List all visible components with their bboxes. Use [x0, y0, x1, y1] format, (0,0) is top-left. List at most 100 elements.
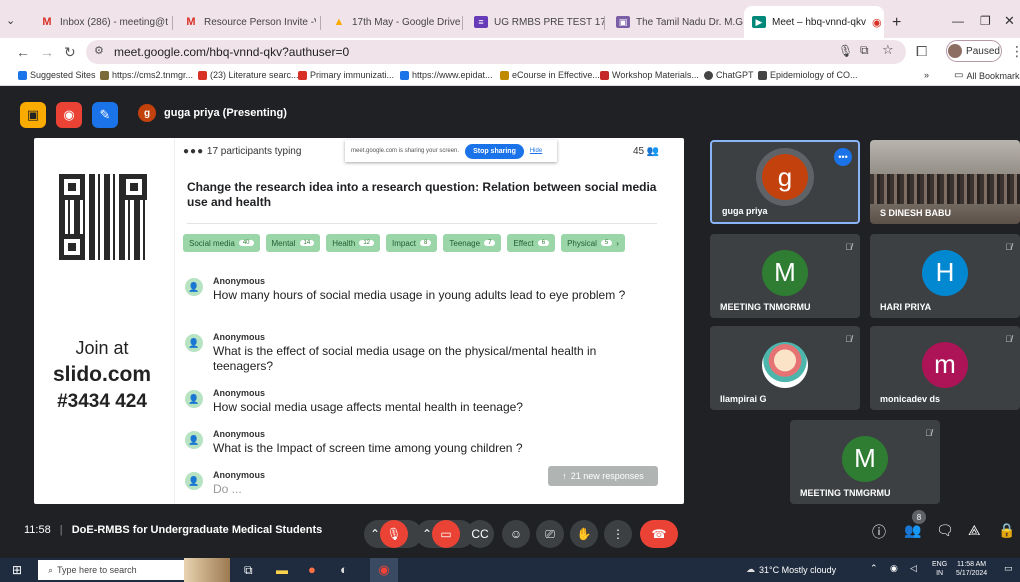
menu-icon[interactable]: ⋮	[1010, 43, 1020, 60]
bookmark-label: Workshop Materials...	[612, 70, 699, 80]
anonymous-avatar-icon: 👤	[185, 431, 203, 449]
file-explorer-icon[interactable]: ▬	[276, 563, 288, 577]
recording-icon[interactable]: ◉	[56, 102, 82, 128]
chip-effect[interactable]: Effect 6	[507, 234, 556, 252]
clock[interactable]: 11:58 AM 5/17/2024	[956, 560, 987, 578]
more-options-button[interactable]: ⋮	[604, 520, 632, 548]
network-icon[interactable]: ◉	[890, 563, 898, 574]
meeting-info-icon[interactable]: ⓘ	[872, 522, 886, 542]
bookmark-item[interactable]: (23) Literature searc...	[198, 70, 299, 80]
participant-count-value: 45	[633, 146, 645, 157]
bookmark-item[interactable]: https://cms2.tnmgr...	[100, 70, 193, 80]
participant-tile[interactable]: 🎙̸ M MEETING TNMGRMU	[790, 420, 940, 504]
new-responses-button[interactable]: ↑ 21 new responses	[548, 466, 658, 486]
chip-count: 5	[600, 240, 613, 246]
back-icon[interactable]: ←	[16, 44, 30, 60]
leave-call-button[interactable]: ☎	[640, 520, 678, 548]
reactions-button[interactable]: ☺	[502, 520, 530, 548]
reload-icon[interactable]: ↻	[64, 44, 76, 61]
response-item: 👤 Anonymous What is the effect of social…	[185, 332, 655, 380]
participant-tile[interactable]: 🎙̸ H HARI PRIYA	[870, 234, 1020, 318]
raise-hand-button[interactable]: ✋	[570, 520, 598, 548]
camera-toggle-button[interactable]: ▭	[432, 520, 460, 548]
site-settings-icon[interactable]: ⚙	[94, 44, 104, 57]
task-view-icon[interactable]: ⧉	[244, 563, 253, 578]
tab-resource-person[interactable]: M Resource Person Invite -Vi ✕	[176, 6, 316, 38]
chrome-icon[interactable]: ◉	[370, 558, 398, 582]
participant-tile[interactable]: S DINESH BABU	[870, 140, 1020, 224]
tab-label: 17th May - Google Drive	[352, 16, 461, 28]
response-text: What is the effect of social media usage…	[213, 344, 597, 373]
bookmark-item[interactable]: Suggested Sites	[18, 70, 96, 80]
response-text: How social media usage affects mental he…	[213, 400, 523, 414]
keyword-chips: Social media 40 Mental 14 Health 12 Impact 8…	[183, 234, 625, 252]
participant-tile[interactable]: g ••• guga priya	[710, 140, 860, 224]
minimize-icon[interactable]: —	[952, 14, 964, 28]
tab-google-drive[interactable]: ▲ 17th May - Google Drive ✕	[324, 6, 462, 38]
chip-health[interactable]: Health 12	[326, 234, 381, 252]
mic-icon[interactable]: 🎙	[838, 44, 853, 58]
tab-search-icon[interactable]: ⌄	[6, 14, 15, 27]
firefox-icon[interactable]: ●	[308, 562, 316, 577]
chat-icon[interactable]: 🗨	[936, 522, 954, 539]
bookmark-star-icon[interactable]: ☆	[882, 42, 894, 58]
more-options-icon[interactable]: •••	[834, 148, 852, 166]
participant-tile[interactable]: 🎙̸ Ilampirai G	[710, 326, 860, 410]
hide-button[interactable]: Hide	[530, 148, 542, 154]
language-indicator[interactable]: ENG IN	[932, 560, 947, 578]
tab-tnmgrmu[interactable]: ▣ The Tamil Nadu Dr. M.G.R. ✕	[608, 6, 744, 38]
tab-label: Meet – hbq-vnnd-qkv	[772, 16, 866, 28]
chip-physical[interactable]: Physical 5 ›	[561, 234, 625, 252]
gmail-icon: M	[42, 16, 52, 28]
notifications-icon[interactable]: ▭	[1004, 563, 1013, 574]
all-bookmarks[interactable]: ▭ All Bookmarks	[954, 70, 1020, 81]
chip-impact[interactable]: Impact 8	[386, 234, 438, 252]
participant-tile[interactable]: 🎙̸ m monicadev ds	[870, 326, 1020, 410]
captions-button[interactable]: CC	[466, 520, 494, 548]
bookmark-item[interactable]: eCourse in Effective...	[500, 70, 600, 80]
more-bookmarks-icon[interactable]: »	[924, 70, 929, 80]
open-external-icon[interactable]: ⧉	[860, 43, 869, 58]
taskbar-search[interactable]: ⌕ Type here to search	[38, 560, 188, 580]
meet-icon: ▶	[752, 16, 766, 28]
tab-meet[interactable]: ▶ Meet – hbq-vnnd-qkv ◉ ✕	[744, 6, 884, 38]
bookmark-item[interactable]: Workshop Materials...	[600, 70, 699, 80]
restore-icon[interactable]: ❐	[980, 14, 991, 28]
bookmark-label: ChatGPT	[716, 70, 754, 80]
people-icon[interactable]: 👥	[904, 522, 921, 539]
extensions-icon[interactable]: ⧠	[916, 43, 927, 60]
weather-widget[interactable]: ☁ 31°C Mostly cloudy	[746, 564, 836, 575]
bookmark-item[interactable]: ChatGPT	[704, 70, 754, 80]
present-button[interactable]: ⎚	[536, 520, 564, 548]
avatar	[948, 44, 963, 58]
new-tab-icon[interactable]: +	[892, 14, 901, 32]
profile-paused-button[interactable]: Paused	[946, 40, 1002, 62]
windows-start-icon[interactable]: ⊞	[12, 563, 22, 577]
window-close-icon[interactable]: ✕	[1004, 13, 1015, 29]
host-controls-icon[interactable]: 🔒	[998, 522, 1015, 539]
mic-toggle-button[interactable]: 🎙	[380, 520, 408, 548]
join-site: slido.com	[52, 363, 152, 386]
activities-icon[interactable]: ✎	[92, 102, 118, 128]
edge-icon[interactable]: ◐	[340, 562, 348, 577]
youtube-icon	[198, 70, 207, 80]
volume-icon[interactable]: ◁	[910, 563, 917, 574]
hide-self-view-icon[interactable]: ▣	[20, 102, 46, 128]
chip-teenage[interactable]: Teenage 7	[443, 234, 502, 252]
bookmark-icon	[600, 70, 609, 80]
forward-icon[interactable]: →	[40, 44, 54, 60]
bookmark-label: Suggested Sites	[30, 70, 96, 80]
bookmark-item[interactable]: Epidemiology of CO...	[758, 70, 858, 80]
tab-inbox[interactable]: M Inbox (286) - meeting@tn ✕	[32, 6, 168, 38]
participant-tile[interactable]: 🎙̸ M MEETING TNMGRMU	[710, 234, 860, 318]
tab-pretest-form[interactable]: ≡ UG RMBS PRE TEST 17/05/ ✕	[466, 6, 604, 38]
chip-mental[interactable]: Mental 14	[265, 234, 321, 252]
stop-sharing-button[interactable]: Stop sharing	[465, 143, 524, 159]
address-bar[interactable]: ⚙ meet.google.com/hbq-vnnd-qkv?authuser=…	[86, 40, 906, 64]
activities-icon[interactable]: ⟁	[968, 522, 981, 539]
bookmark-item[interactable]: Primary immunizati...	[298, 70, 394, 80]
chip-social-media[interactable]: Social media 40	[183, 234, 260, 252]
shared-screen: Join at slido.com #3434 424 ●●● 17 parti…	[34, 138, 684, 504]
bookmark-item[interactable]: https://www.epidat...	[400, 70, 493, 80]
tray-chevron-icon[interactable]: ⌃	[870, 563, 878, 574]
